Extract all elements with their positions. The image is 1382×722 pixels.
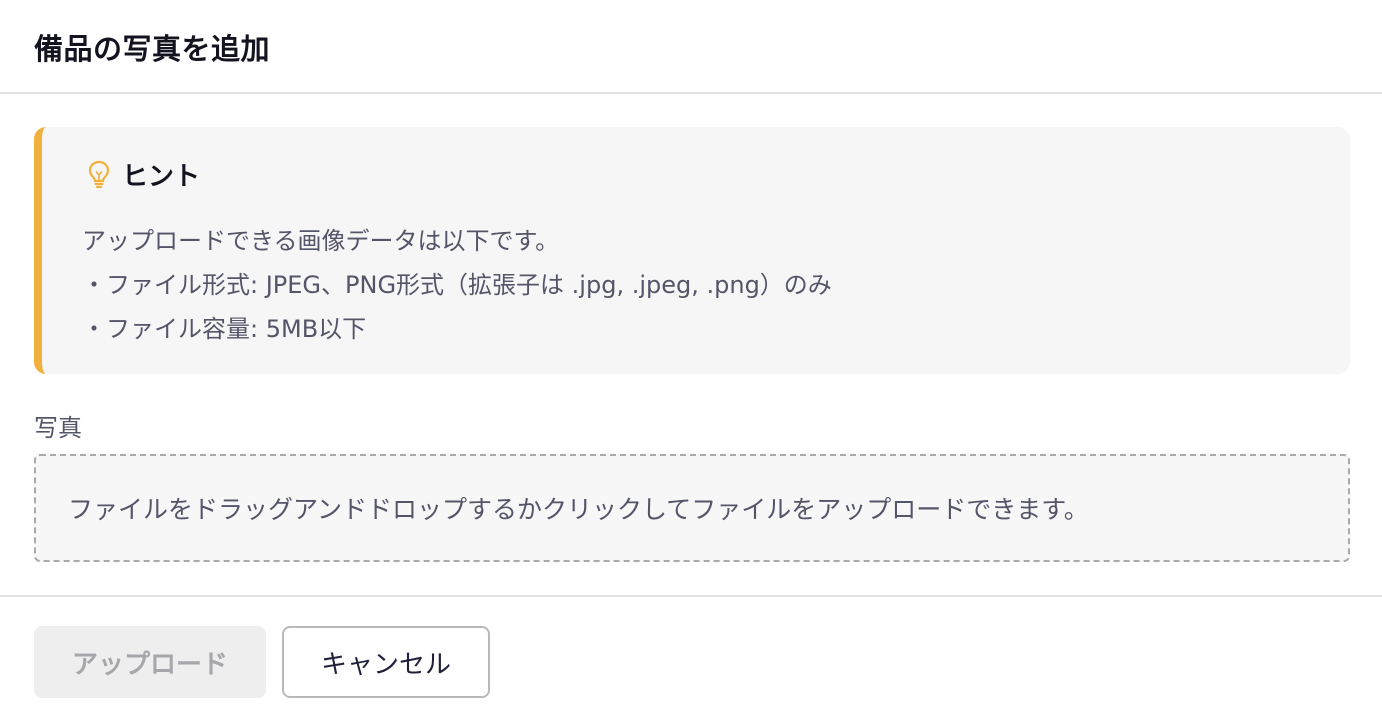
- photo-field-label: 写真: [34, 414, 82, 442]
- lightbulb-icon: [86, 159, 112, 189]
- dialog-title: 備品の写真を追加: [34, 32, 271, 66]
- dialog-header: 備品の写真を追加: [0, 0, 1382, 94]
- upload-photo-dialog: 備品の写真を追加 ヒント アップロードできる画像データは以下です。 ・ファイル形…: [0, 0, 1382, 722]
- dialog-footer: アップロード キャンセル: [0, 595, 1382, 722]
- hint-line-format: ・ファイル形式: JPEG、PNG形式（拡張子は .jpg, .jpeg, .p…: [82, 271, 832, 299]
- hint-line-size: ・ファイル容量: 5MB以下: [82, 315, 367, 343]
- upload-button[interactable]: アップロード: [34, 626, 266, 698]
- hint-header: ヒント: [86, 157, 201, 192]
- hint-body: アップロードできる画像データは以下です。 ・ファイル形式: JPEG、PNG形式…: [82, 219, 832, 351]
- dropzone-text: ファイルをドラッグアンドドロップするかクリックしてファイルをアップロードできます…: [68, 495, 1089, 524]
- cancel-button[interactable]: キャンセル: [282, 626, 490, 698]
- hint-box: ヒント アップロードできる画像データは以下です。 ・ファイル形式: JPEG、P…: [34, 127, 1350, 374]
- hint-line-intro: アップロードできる画像データは以下です。: [82, 227, 560, 255]
- hint-title: ヒント: [122, 161, 201, 192]
- photo-dropzone[interactable]: ファイルをドラッグアンドドロップするかクリックしてファイルをアップロードできます…: [34, 454, 1350, 562]
